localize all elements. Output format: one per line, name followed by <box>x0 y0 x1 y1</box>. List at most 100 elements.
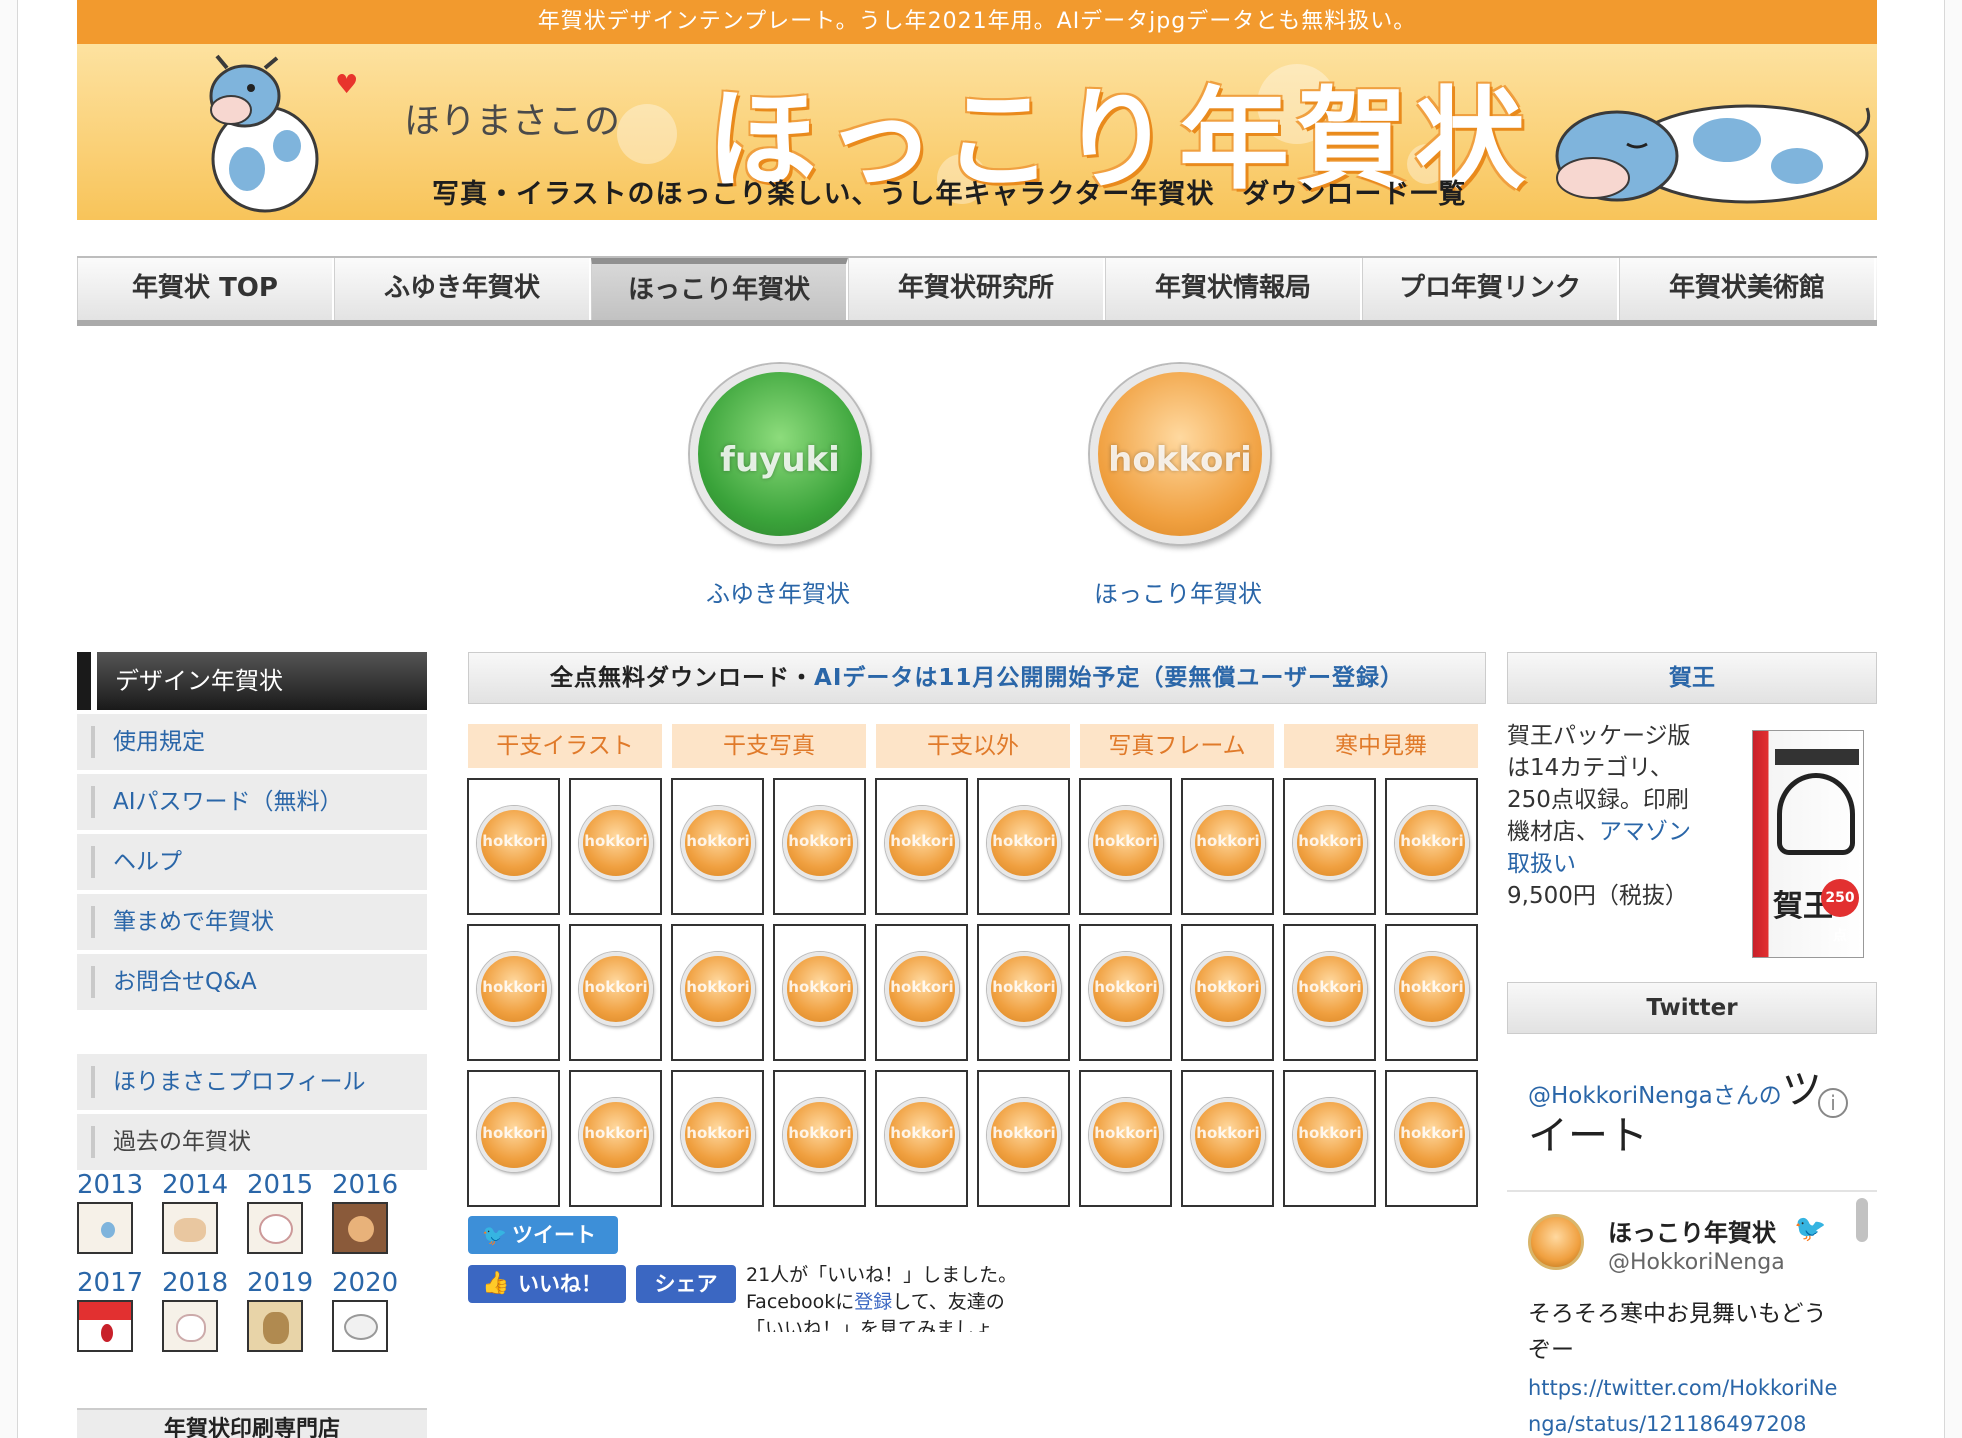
past-year-2019[interactable]: 2019 <box>247 1268 332 1352</box>
tweet-author-name[interactable]: ほっこり年賀状 <box>1608 1213 1776 1248</box>
design-thumbnail[interactable]: hokkori <box>671 1070 764 1207</box>
hokkori-badge-label[interactable]: ほっこり年賀状 <box>1094 574 1262 609</box>
twitter-handle-link[interactable]: @HokkoriNenga <box>1528 1083 1713 1109</box>
category-non-eto[interactable]: 干支以外 <box>876 724 1070 768</box>
design-thumbnail[interactable]: hokkori <box>569 778 662 915</box>
design-thumbnail[interactable]: hokkori <box>467 778 560 915</box>
nav-item-research[interactable]: 年賀状研究所 <box>848 258 1105 320</box>
design-thumbnail[interactable]: hokkori <box>1283 778 1376 915</box>
design-thumbnail[interactable]: hokkori <box>977 1070 1070 1207</box>
design-thumbnail[interactable]: hokkori <box>875 1070 968 1207</box>
hokkori-logo-icon: hokkori <box>477 952 551 1026</box>
design-thumbnail[interactable]: hokkori <box>467 1070 560 1207</box>
year-label[interactable]: 2014 <box>162 1170 247 1202</box>
thumbnail-logo-text: hokkori <box>584 978 648 996</box>
category-eto-illust[interactable]: 干支イラスト <box>468 724 662 768</box>
twitter-heading: Twitter <box>1507 982 1877 1034</box>
year-thumbnail[interactable] <box>332 1300 388 1352</box>
design-thumbnail[interactable]: hokkori <box>1283 924 1376 1061</box>
design-thumbnail[interactable]: hokkori <box>977 924 1070 1061</box>
year-thumbnail[interactable] <box>247 1202 303 1254</box>
design-thumbnail[interactable]: hokkori <box>671 778 764 915</box>
gao-heading[interactable]: 賀王 <box>1507 652 1877 704</box>
year-label[interactable]: 2020 <box>332 1268 417 1300</box>
tweet-author-handle[interactable]: @HokkoriNenga <box>1608 1250 1785 1275</box>
design-thumbnail[interactable]: hokkori <box>773 1070 866 1207</box>
year-label[interactable]: 2019 <box>247 1268 332 1300</box>
design-thumbnail[interactable]: hokkori <box>977 778 1070 915</box>
year-thumbnail[interactable] <box>162 1300 218 1352</box>
sidebar-item-ai-password[interactable]: AIパスワード（無料） <box>77 774 427 830</box>
info-icon[interactable]: i <box>1818 1088 1848 1118</box>
hokkori-badge-link[interactable]: hokkori <box>1090 364 1270 544</box>
past-year-2013[interactable]: 2013 <box>77 1170 162 1254</box>
design-thumbnail[interactable]: hokkori <box>875 924 968 1061</box>
tweet-button[interactable]: 🐦 ツイート <box>468 1216 618 1254</box>
year-thumbnail[interactable] <box>332 1202 388 1254</box>
year-label[interactable]: 2016 <box>332 1170 417 1202</box>
year-label[interactable]: 2017 <box>77 1268 162 1300</box>
sidebar-item-qa[interactable]: お問合せQ&A <box>77 954 427 1010</box>
category-photo-frame[interactable]: 写真フレーム <box>1080 724 1274 768</box>
category-kanchu[interactable]: 寒中見舞 <box>1284 724 1478 768</box>
past-year-2017[interactable]: 2017 <box>77 1268 162 1352</box>
hokkori-logo-icon: hokkori <box>783 1098 857 1172</box>
nav-item-fuyuki[interactable]: ふゆき年賀状 <box>334 258 591 320</box>
design-thumbnail[interactable]: hokkori <box>1181 778 1274 915</box>
sidebar-item-profile[interactable]: ほりまさこプロフィール <box>77 1054 427 1110</box>
year-thumbnail[interactable] <box>77 1202 133 1254</box>
design-thumbnail[interactable]: hokkori <box>875 778 968 915</box>
gao-package-image[interactable]: 賀王 250点 <box>1752 730 1864 958</box>
facebook-like-button[interactable]: 👍 いいね！ <box>468 1265 626 1303</box>
past-year-2020[interactable]: 2020 <box>332 1268 417 1352</box>
twitter-bird-icon: 🐦 <box>482 1223 507 1247</box>
design-thumbnail[interactable]: hokkori <box>569 924 662 1061</box>
year-label[interactable]: 2015 <box>247 1170 332 1202</box>
sidebar-item-help[interactable]: ヘルプ <box>77 834 427 890</box>
hokkori-logo-icon: hokkori <box>681 1098 755 1172</box>
design-thumbnail[interactable]: hokkori <box>1385 924 1478 1061</box>
facebook-share-button[interactable]: シェア <box>636 1265 736 1303</box>
nav-item-nengajo-top[interactable]: 年賀状 TOP <box>77 258 334 320</box>
design-thumbnail[interactable]: hokkori <box>1079 924 1172 1061</box>
past-year-2018[interactable]: 2018 <box>162 1268 247 1352</box>
nav-item-pro-links[interactable]: プロ年賀リンク <box>1362 258 1619 320</box>
year-thumbnail[interactable] <box>77 1300 133 1352</box>
design-thumbnail[interactable]: hokkori <box>1181 1070 1274 1207</box>
design-thumbnail[interactable]: hokkori <box>467 924 560 1061</box>
design-thumbnail[interactable]: hokkori <box>1079 778 1172 915</box>
hokkori-logo-icon: hokkori <box>1089 952 1163 1026</box>
year-label[interactable]: 2013 <box>77 1170 162 1202</box>
fuyuki-badge-label[interactable]: ふゆき年賀状 <box>706 574 850 609</box>
category-eto-photo[interactable]: 干支写真 <box>672 724 866 768</box>
design-thumbnail[interactable]: hokkori <box>773 924 866 1061</box>
past-year-2015[interactable]: 2015 <box>247 1170 332 1254</box>
design-thumbnail[interactable]: hokkori <box>773 778 866 915</box>
hokkori-logo-icon: hokkori <box>885 952 959 1026</box>
avatar[interactable] <box>1528 1214 1584 1270</box>
year-thumbnail[interactable] <box>247 1300 303 1352</box>
design-thumbnail[interactable]: hokkori <box>671 924 764 1061</box>
past-year-2016[interactable]: 2016 <box>332 1170 417 1254</box>
design-thumbnail[interactable]: hokkori <box>1079 1070 1172 1207</box>
year-thumbnail[interactable] <box>162 1202 218 1254</box>
nav-item-museum[interactable]: 年賀状美術館 <box>1619 258 1876 320</box>
fuyuki-badge-link[interactable]: fuyuki <box>690 364 870 544</box>
twitter-bird-icon[interactable]: 🐦 <box>1794 1214 1826 1244</box>
twitter-scrollbar[interactable] <box>1856 1198 1868 1242</box>
year-label[interactable]: 2018 <box>162 1268 247 1300</box>
design-thumbnail[interactable]: hokkori <box>1181 924 1274 1061</box>
nav-item-info[interactable]: 年賀状情報局 <box>1105 258 1362 320</box>
past-year-2014[interactable]: 2014 <box>162 1170 247 1254</box>
design-thumbnail[interactable]: hokkori <box>1385 778 1478 915</box>
thumbnail-logo-text: hokkori <box>482 832 546 850</box>
sidebar-item-terms[interactable]: 使用規定 <box>77 714 427 770</box>
site-header-banner[interactable]: ♥ ほりまさこの ほっこり年賀状 写真・イラストのほっこり楽しい、うし年キャラク… <box>77 44 1877 220</box>
tweet-link[interactable]: https://twitter.com/HokkoriNenga/status/… <box>1528 1370 1838 1438</box>
design-thumbnail[interactable]: hokkori <box>1385 1070 1478 1207</box>
design-thumbnail[interactable]: hokkori <box>569 1070 662 1207</box>
sidebar-item-fudemame[interactable]: 筆まめで年賀状 <box>77 894 427 950</box>
nav-item-hokkori[interactable]: ほっこり年賀状 <box>591 258 848 320</box>
design-thumbnail[interactable]: hokkori <box>1283 1070 1376 1207</box>
fb-register-link[interactable]: 登録 <box>854 1291 892 1313</box>
